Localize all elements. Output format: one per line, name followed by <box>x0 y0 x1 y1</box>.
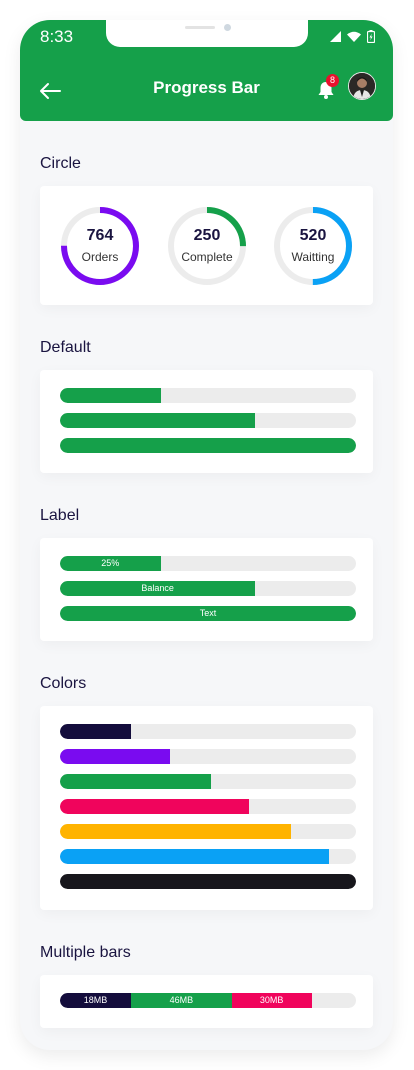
multi-progress-track: 18MB 46MB 30MB <box>60 993 356 1008</box>
section-title-default: Default <box>40 339 91 356</box>
cellular-signal-icon <box>330 31 341 42</box>
phone-screen: 8:33 Progress Bar 8 Circle 764 Orders 25… <box>20 20 393 1050</box>
progress-fill: Balance <box>60 581 256 596</box>
progress-fill <box>60 388 161 403</box>
notch-camera <box>224 24 231 31</box>
circle-ring <box>274 207 352 285</box>
circle-label: Complete <box>181 250 233 264</box>
user-photo-icon <box>349 73 375 99</box>
progress-track <box>60 799 356 814</box>
progress-fill <box>60 749 170 764</box>
section-title-multiple-bars: Multiple bars <box>40 944 131 961</box>
progress-track: 25% <box>60 556 356 571</box>
battery-icon <box>367 30 375 43</box>
circle-ring <box>61 207 139 285</box>
circle-ring <box>168 207 246 285</box>
progress-fill <box>60 724 132 739</box>
circle-progress-orders: 764 Orders <box>60 206 140 286</box>
progress-fill: 25% <box>60 556 161 571</box>
progress-fill <box>60 438 356 453</box>
default-bars-card <box>40 370 373 473</box>
progress-track <box>60 388 356 403</box>
circle-progress-complete: 250 Complete <box>167 206 247 286</box>
circle-label: Orders <box>81 250 119 264</box>
notification-badge: 8 <box>326 74 339 87</box>
progress-track <box>60 774 356 789</box>
progress-track <box>60 413 356 428</box>
progress-fill <box>60 413 256 428</box>
circle-value: 520 <box>299 227 327 244</box>
progress-fill <box>60 824 291 839</box>
progress-fill: Text <box>60 606 356 621</box>
status-icons <box>330 30 375 43</box>
wifi-icon <box>347 31 361 42</box>
circle-label: Waitting <box>291 250 335 264</box>
progress-track: Text <box>60 606 356 621</box>
circle-value: 764 <box>86 227 114 244</box>
progress-track <box>60 438 356 453</box>
progress-fill <box>60 874 356 889</box>
app-bar: 8:33 Progress Bar 8 <box>20 20 393 121</box>
progress-segment: 30MB <box>231 993 312 1008</box>
progress-fill <box>60 849 330 864</box>
section-title-label: Label <box>40 507 80 524</box>
section-title-circle: Circle <box>40 155 81 172</box>
progress-segment: 18MB <box>60 993 132 1008</box>
circle-card: 764 Orders 250 Complete 520 Waitting <box>40 186 373 305</box>
avatar[interactable] <box>348 72 376 100</box>
device-notch <box>106 20 308 47</box>
progress-track <box>60 824 356 839</box>
progress-track <box>60 874 356 889</box>
notch-speaker <box>185 26 215 29</box>
multiple-bars-card: 18MB 46MB 30MB <box>40 975 373 1028</box>
progress-track <box>60 749 356 764</box>
label-bars-card: 25% Balance Text <box>40 538 373 641</box>
circle-value: 250 <box>193 227 221 244</box>
progress-track: Balance <box>60 581 356 596</box>
color-bars-card <box>40 706 373 910</box>
status-time: 8:33 <box>40 27 74 46</box>
progress-track <box>60 849 356 864</box>
progress-fill <box>60 799 250 814</box>
progress-fill <box>60 774 211 789</box>
progress-segment: 46MB <box>131 993 232 1008</box>
section-title-colors: Colors <box>40 675 87 692</box>
progress-track <box>60 724 356 739</box>
circle-progress-waiting: 520 Waitting <box>273 206 353 286</box>
